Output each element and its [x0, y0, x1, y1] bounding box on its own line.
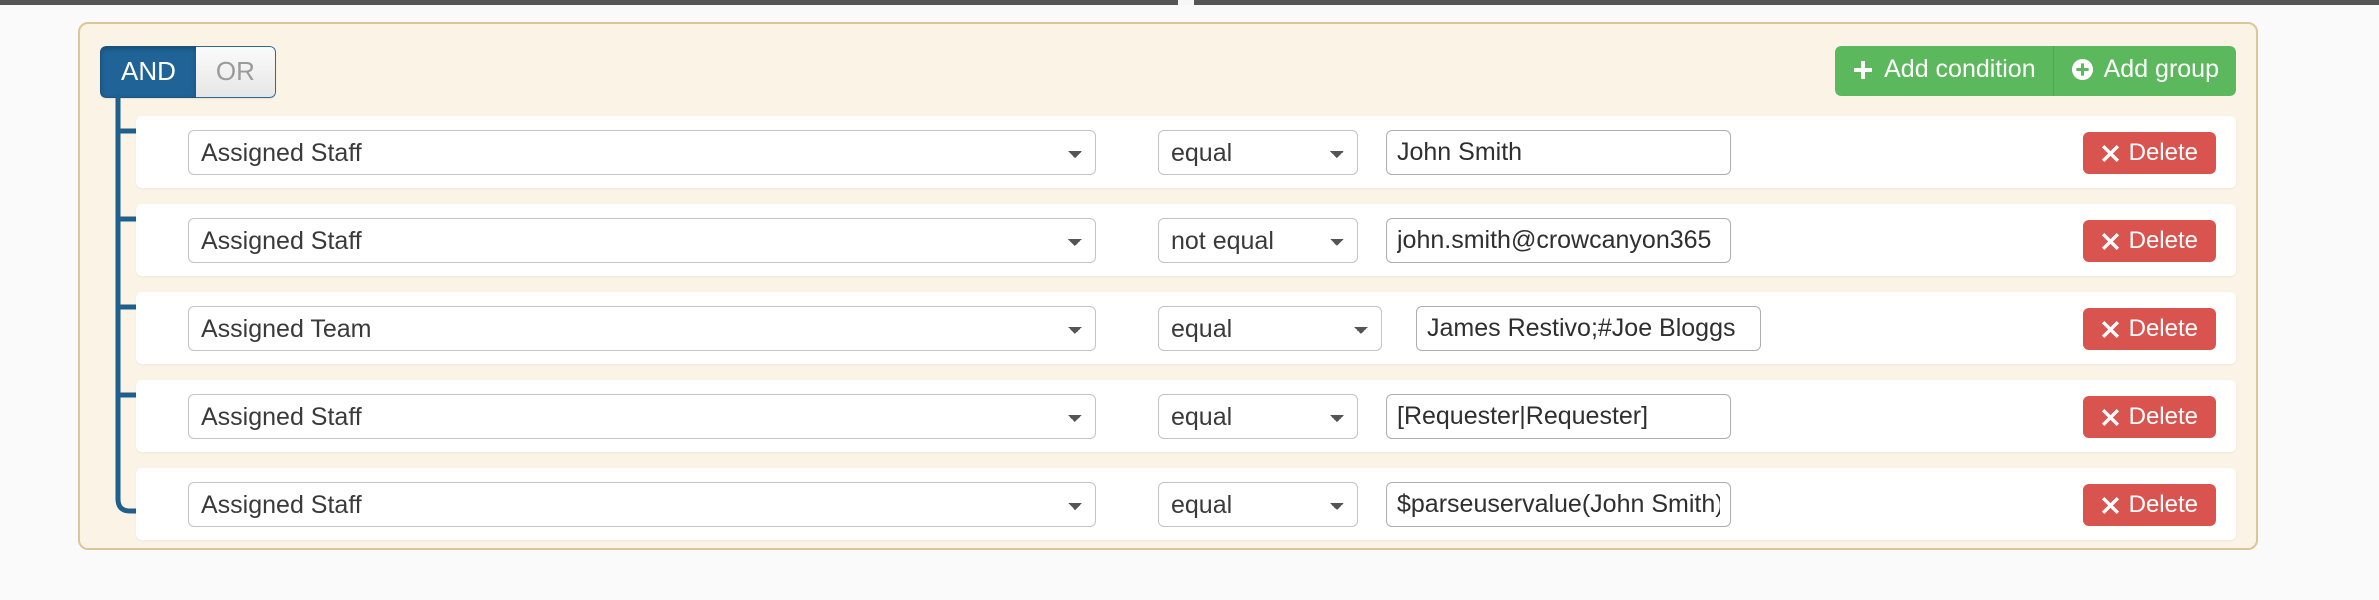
close-x-icon [2101, 144, 2120, 163]
field-select[interactable]: Assigned Staff [188, 482, 1096, 527]
value-input[interactable] [1416, 306, 1761, 351]
group-action-buttons: Add condition Add group [1835, 46, 2236, 96]
page-body: AND OR Add condition Add group Assigned … [0, 5, 2379, 600]
delete-condition-button[interactable]: Delete [2082, 484, 2216, 526]
field-select[interactable]: Assigned Team [188, 306, 1096, 351]
delete-label: Delete [2128, 139, 2198, 166]
field-select[interactable]: Assigned Staff [188, 130, 1096, 175]
group-header: AND OR Add condition Add group [80, 24, 2256, 100]
operator-select[interactable]: not equal [1158, 218, 1358, 263]
condition-row: Assigned Staff equal Delete [136, 380, 2236, 452]
plus-circle-icon [2071, 58, 2094, 81]
condition-row: Assigned Staff equal Delete [136, 468, 2236, 540]
close-x-icon [2101, 232, 2120, 251]
add-condition-button[interactable]: Add condition [1835, 46, 2053, 96]
field-select[interactable]: Assigned Staff [188, 218, 1096, 263]
delete-condition-button[interactable]: Delete [2082, 220, 2216, 262]
condition-row: Assigned Staff not equal Delete [136, 204, 2236, 276]
add-condition-label: Add condition [1884, 55, 2036, 83]
plus-icon [1852, 59, 1874, 81]
delete-label: Delete [2128, 403, 2198, 430]
operator-select[interactable]: equal [1158, 394, 1358, 439]
add-group-button[interactable]: Add group [2052, 46, 2236, 96]
condition-row: Assigned Staff equal Delete [136, 116, 2236, 188]
delete-condition-button[interactable]: Delete [2082, 396, 2216, 438]
close-x-icon [2101, 496, 2120, 515]
value-input[interactable] [1386, 218, 1731, 263]
query-builder-group: AND OR Add condition Add group Assigned … [78, 22, 2258, 550]
value-input[interactable] [1386, 394, 1731, 439]
field-select[interactable]: Assigned Staff [188, 394, 1096, 439]
delete-label: Delete [2128, 227, 2198, 254]
conjunction-and-button[interactable]: AND [100, 46, 196, 98]
conjunction-or-button[interactable]: OR [195, 46, 276, 98]
conjunction-toggle[interactable]: AND OR [100, 46, 276, 98]
condition-rows: Assigned Staff equal Delete [136, 116, 2236, 556]
condition-row: Assigned Team equal Delete [136, 292, 2236, 364]
delete-condition-button[interactable]: Delete [2082, 308, 2216, 350]
value-input[interactable] [1386, 482, 1731, 527]
delete-condition-button[interactable]: Delete [2082, 132, 2216, 174]
add-group-label: Add group [2103, 55, 2219, 83]
delete-label: Delete [2128, 315, 2198, 342]
operator-select[interactable]: equal [1158, 130, 1358, 175]
operator-select[interactable]: equal [1158, 306, 1382, 351]
value-input[interactable] [1386, 130, 1731, 175]
operator-select[interactable]: equal [1158, 482, 1358, 527]
close-x-icon [2101, 408, 2120, 427]
delete-label: Delete [2128, 491, 2198, 518]
close-x-icon [2101, 320, 2120, 339]
